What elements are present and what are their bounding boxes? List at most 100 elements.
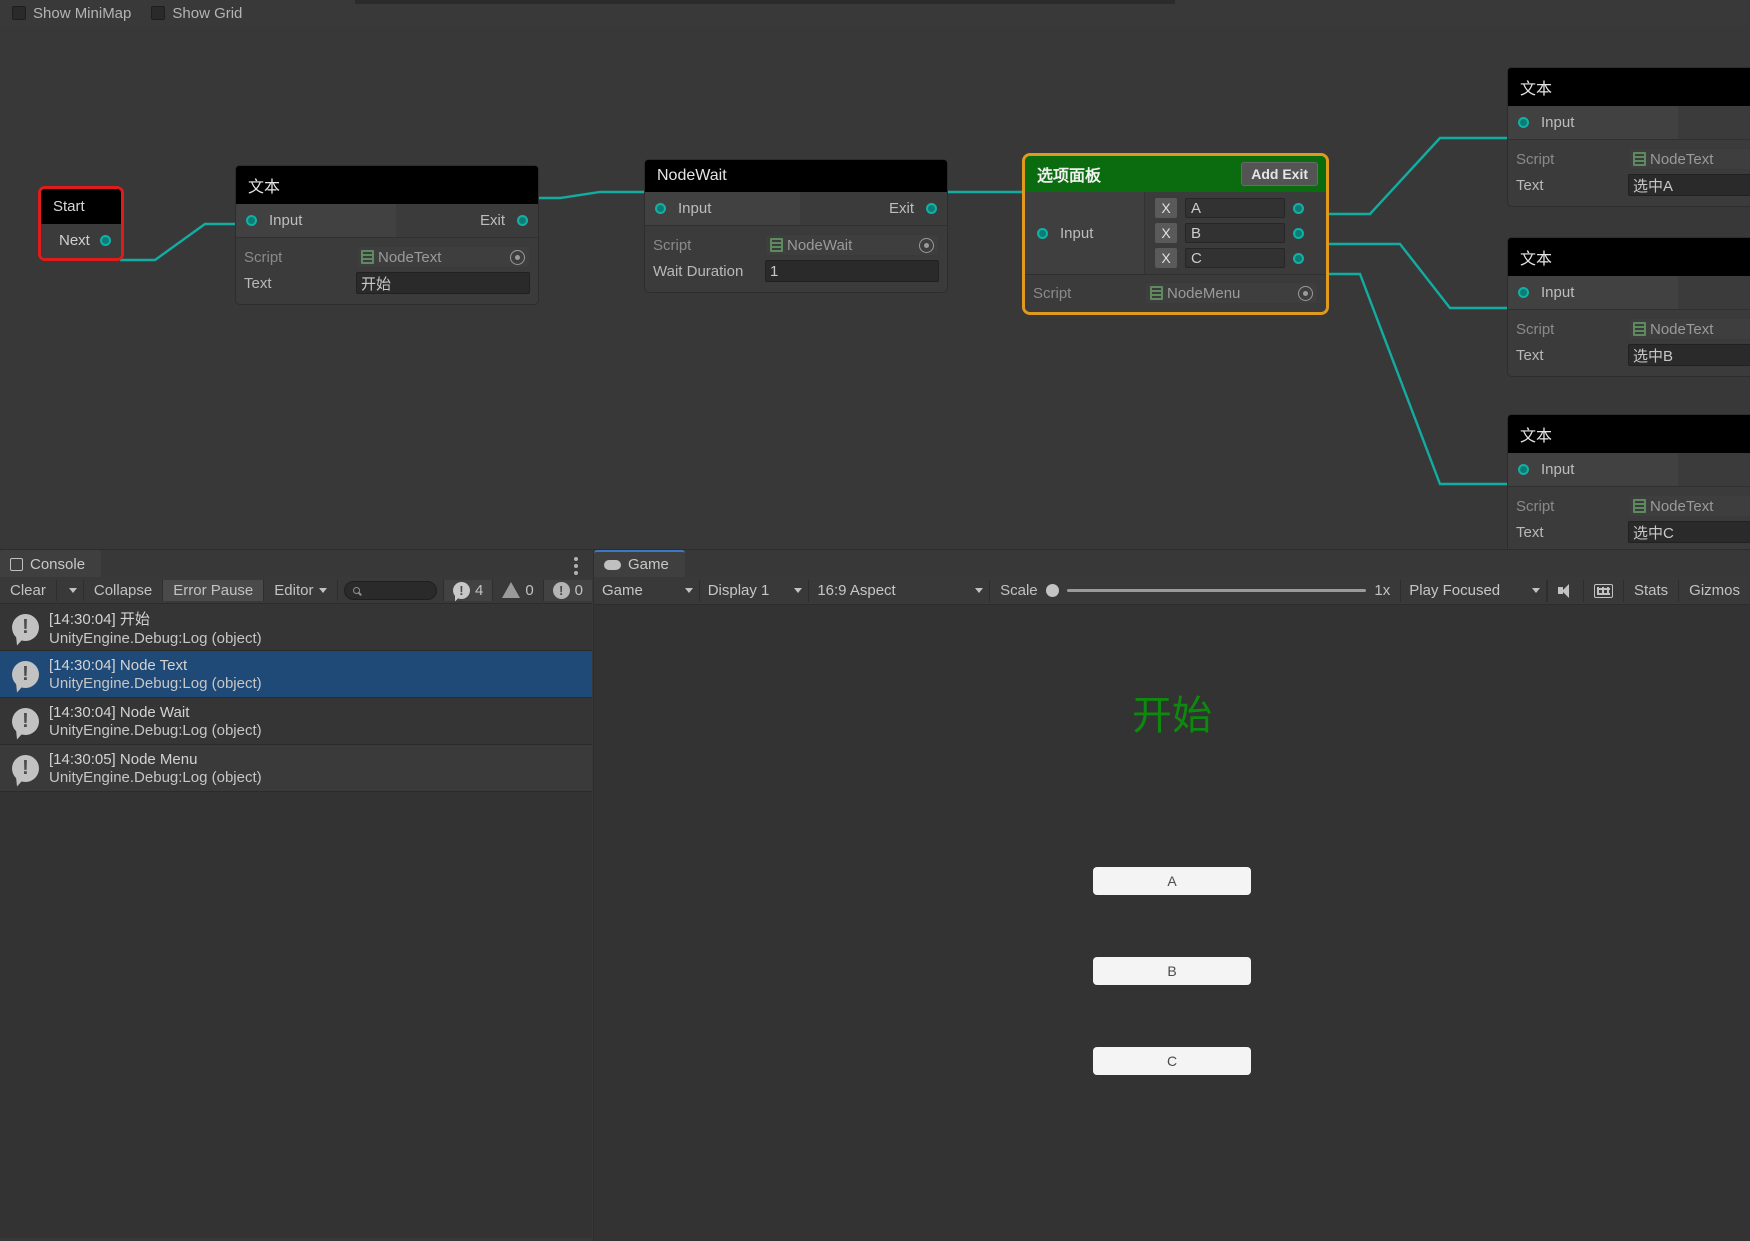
port-exit[interactable]: Exit (800, 192, 947, 225)
stats-button[interactable]: Stats (1622, 579, 1678, 602)
play-mode-dropdown[interactable]: Play Focused (1400, 579, 1547, 602)
console-search-input[interactable] (344, 580, 437, 600)
port-dot-icon[interactable] (1293, 202, 1304, 214)
exit-name-input[interactable]: C (1185, 248, 1285, 268)
scale-slider-track[interactable] (1066, 589, 1367, 592)
port-dot-icon[interactable] (246, 215, 257, 226)
port-dot-icon[interactable] (1293, 252, 1304, 264)
port-dot-icon[interactable] (655, 203, 666, 214)
exit-name-input[interactable]: B (1185, 223, 1285, 243)
show-grid-checkbox[interactable]: Show Grid (151, 5, 242, 22)
collapse-button[interactable]: Collapse (84, 579, 164, 601)
port-input[interactable]: Input (1025, 192, 1145, 274)
tab-console[interactable]: Console (0, 550, 102, 577)
remove-exit-button[interactable]: X (1155, 223, 1177, 243)
log-row[interactable]: [14:30:04] Node Wait UnityEngine.Debug:L… (0, 698, 592, 745)
enter-playmode-stats-button[interactable] (1582, 579, 1623, 602)
node-wait-body: Script NodeWait Wait Duration 1 (645, 226, 947, 292)
wait-duration-input[interactable]: 1 (765, 260, 939, 282)
log-row[interactable]: [14:30:05] Node Menu UnityEngine.Debug:L… (0, 745, 592, 792)
port-dot-icon[interactable] (517, 215, 528, 226)
grid-icon (1593, 583, 1613, 598)
port-dot-icon[interactable] (1037, 227, 1048, 239)
port-input-label: Input (678, 200, 712, 217)
port-input[interactable]: Input (1508, 106, 1678, 139)
wait-duration-row: Wait Duration 1 (653, 258, 939, 284)
remove-exit-button[interactable]: X (1155, 198, 1177, 218)
display-dropdown[interactable]: Display 1 (700, 579, 810, 602)
checkbox-icon[interactable] (151, 6, 166, 20)
log-stack: UnityEngine.Debug:Log (object) (49, 721, 262, 739)
remove-exit-button[interactable]: X (1155, 248, 1177, 268)
object-picker-icon[interactable] (919, 237, 934, 253)
scale-slider-knob[interactable] (1045, 584, 1059, 597)
node-text-result-c[interactable]: 文本 Input Script NodeText Text 选中C (1508, 415, 1750, 549)
port-exit[interactable]: Exit (396, 204, 538, 237)
show-minimap-checkbox[interactable]: Show MiniMap (12, 5, 131, 22)
port-input[interactable]: Input (645, 192, 800, 225)
menu-exit-row[interactable]: X C (1155, 248, 1318, 268)
node-text-start[interactable]: 文本 Input Exit Script NodeText Text 开始 (236, 166, 538, 304)
text-value-input[interactable]: 选中C (1628, 521, 1750, 543)
port-input[interactable]: Input (1508, 453, 1678, 486)
console-log-list[interactable]: [14:30:04] 开始 UnityEngine.Debug:Log (obj… (0, 604, 592, 1238)
editor-dropdown-button[interactable]: Editor (264, 579, 339, 601)
game-option-button-b[interactable]: B (1093, 957, 1251, 985)
script-value-field[interactable]: NodeText (1628, 318, 1750, 340)
text-value-input[interactable]: 选中A (1628, 174, 1750, 196)
port-dot-icon[interactable] (926, 203, 937, 214)
info-count-toggle[interactable]: 0 (542, 579, 592, 601)
game-mode-dropdown[interactable]: Game (594, 579, 700, 602)
port-dot-icon[interactable] (1518, 464, 1529, 475)
port-exit[interactable] (1678, 106, 1750, 139)
port-dot-icon[interactable] (1518, 117, 1529, 128)
error-count-toggle[interactable]: 4 (442, 579, 493, 601)
node-start-next-port[interactable]: Next (41, 224, 121, 258)
node-menu[interactable]: 选项面板 Add Exit Input X A X B X C Script N… (1022, 153, 1329, 315)
log-row[interactable]: [14:30:04] 开始 UnityEngine.Debug:Log (obj… (0, 604, 592, 651)
script-value-field[interactable]: NodeText (356, 246, 530, 268)
checkbox-icon[interactable] (12, 6, 26, 20)
script-value-field[interactable]: NodeText (1628, 148, 1750, 170)
panel-menu-icon[interactable] (574, 557, 578, 561)
menu-exit-row[interactable]: X B (1155, 223, 1318, 243)
clear-button[interactable]: Clear (0, 579, 57, 601)
port-dot-icon[interactable] (1518, 287, 1529, 298)
script-value-field[interactable]: NodeMenu (1145, 282, 1318, 304)
log-text: [14:30:05] Node Menu UnityEngine.Debug:L… (49, 751, 262, 786)
game-option-button-a[interactable]: A (1093, 867, 1251, 895)
warning-count-toggle[interactable]: 0 (492, 579, 542, 601)
clear-dropdown-button[interactable] (57, 579, 84, 601)
error-pause-button[interactable]: Error Pause (163, 579, 265, 601)
port-input[interactable]: Input (236, 204, 396, 237)
port-input[interactable]: Input (1508, 276, 1678, 309)
text-field-row: Text 开始 (244, 270, 530, 296)
node-start[interactable]: Start Next (38, 186, 124, 261)
gizmos-button[interactable]: Gizmos (1678, 579, 1750, 602)
log-row[interactable]: [14:30:04] Node Text UnityEngine.Debug:L… (0, 651, 592, 698)
node-text-result-b[interactable]: 文本 Input Script NodeText Text 选中B (1508, 238, 1750, 376)
aspect-dropdown[interactable]: 16:9 Aspect (809, 579, 991, 602)
game-view[interactable]: 开始 A B C (594, 605, 1750, 1241)
game-option-button-c[interactable]: C (1093, 1047, 1251, 1075)
node-wait[interactable]: NodeWait Input Exit Script NodeWait Wait… (645, 160, 947, 292)
port-exit[interactable] (1678, 276, 1750, 309)
mute-audio-button[interactable] (1546, 579, 1583, 602)
exit-name-input[interactable]: A (1185, 198, 1285, 218)
port-exit[interactable] (1678, 453, 1750, 486)
text-value-input[interactable]: 选中B (1628, 344, 1750, 366)
script-value-field[interactable]: NodeWait (765, 234, 939, 256)
port-dot-icon[interactable] (100, 235, 111, 246)
tab-game[interactable]: Game (594, 550, 685, 577)
object-picker-icon[interactable] (1298, 285, 1313, 301)
add-exit-button[interactable]: Add Exit (1241, 162, 1318, 186)
node-graph-canvas[interactable]: Start Next 文本 Input Exit Script NodeText… (0, 26, 1750, 549)
scale-slider[interactable]: Scale 1x (990, 582, 1400, 599)
port-dot-icon[interactable] (1293, 227, 1304, 239)
object-picker-icon[interactable] (510, 249, 525, 265)
script-value-field[interactable]: NodeText (1628, 495, 1750, 517)
node-text-result-a[interactable]: 文本 Input Script NodeText Text 选中A (1508, 68, 1750, 206)
menu-exit-row[interactable]: X A (1155, 198, 1318, 218)
collapse-label: Collapse (93, 581, 153, 599)
text-value-input[interactable]: 开始 (356, 272, 530, 294)
